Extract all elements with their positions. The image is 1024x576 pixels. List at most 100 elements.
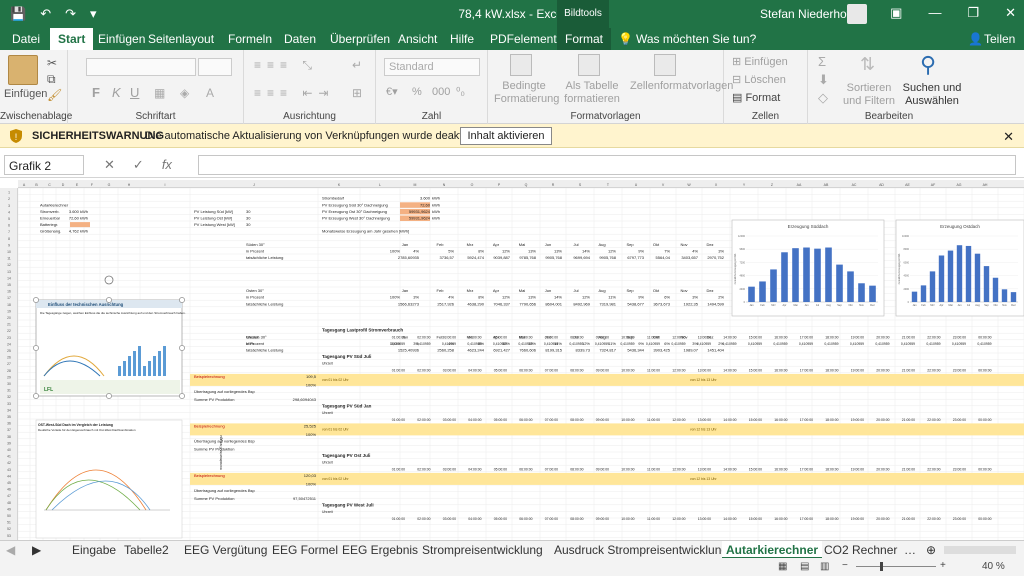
more-sheets-icon[interactable]: … — [904, 543, 916, 557]
sheet-tab-eeg-formel[interactable]: EEG Formel — [272, 543, 338, 557]
zoom-in-icon[interactable]: + — [940, 560, 946, 571]
page-break-icon[interactable]: ▥ — [820, 561, 829, 572]
decimals-icon[interactable]: ⁰₀ — [456, 86, 465, 99]
clear-icon[interactable]: ◇ — [818, 90, 828, 106]
conditional-format-button[interactable]: Bedingte Formatierung — [494, 80, 559, 106]
zoom-out-icon[interactable]: − — [842, 560, 848, 571]
format-painter-icon[interactable]: 🖌 — [47, 88, 62, 102]
add-sheet-icon[interactable]: ⊕ — [926, 543, 936, 557]
font-name-box[interactable] — [86, 58, 196, 76]
month-label: Jun — [545, 242, 551, 247]
number-format-select[interactable]: Standard — [384, 58, 480, 76]
merge-cells-icon[interactable]: ⊞ — [352, 86, 362, 100]
tab-hilfe[interactable]: Hilfe — [450, 32, 474, 46]
find-select-button[interactable]: Suchen und Auswählen — [902, 82, 962, 108]
cancel-icon[interactable]: ✕ — [104, 157, 115, 173]
scroll-right-icon[interactable]: ▶ — [32, 543, 41, 557]
cell-styles-button[interactable]: Zellenformatvorlagen — [630, 80, 733, 93]
month-value: 3403,657 — [681, 255, 698, 260]
paste-button[interactable]: Einfügen — [4, 88, 47, 101]
tab-datei[interactable]: Datei — [12, 32, 40, 46]
align-top-icons[interactable]: ≡≡≡ ⤡ — [254, 58, 318, 73]
conditional-format-icon[interactable] — [510, 54, 532, 76]
wrap-text-icon[interactable]: ↵ — [352, 58, 362, 72]
tab-daten[interactable]: Daten — [284, 32, 316, 46]
column-letter: A — [23, 183, 26, 187]
minimize-icon[interactable]: — — [928, 5, 941, 21]
scroll-left-icon[interactable]: ◀ — [6, 543, 15, 557]
tell-me-search[interactable]: Was möchten Sie tun? — [636, 32, 756, 46]
paste-icon[interactable] — [8, 55, 38, 85]
zoom-level[interactable]: 40 % — [982, 561, 1005, 572]
tab-einfuegen[interactable]: Einfügen — [98, 32, 145, 46]
maximize-icon[interactable]: ❐ — [967, 5, 979, 21]
copy-icon[interactable]: ⧉ — [47, 72, 56, 87]
close-warning-icon[interactable]: ✕ — [1003, 129, 1014, 145]
sheet-tab-strompreisentwicklung[interactable]: Strompreisentwicklung — [422, 543, 543, 557]
enable-content-button[interactable]: Inhalt aktivieren — [460, 127, 552, 145]
cell-styles-icon[interactable] — [654, 54, 676, 76]
tab-formeln[interactable]: Formeln — [228, 32, 272, 46]
fill-color-icon[interactable]: ◈ — [180, 86, 189, 100]
sort-filter-icon[interactable]: ⇅ — [860, 54, 875, 75]
worksheet-grid[interactable]: A B C D E F G H I J K L M N O P Q R S T U V W X Y Z AA AB AC AD AE AF AG… — [0, 180, 1024, 540]
sheet-tab-tabelle2[interactable]: Tabelle2 — [124, 543, 169, 557]
format-as-table-button[interactable]: Als Tabelle formatieren — [562, 80, 622, 106]
sheet-tab-autarkierechner[interactable]: Autarkierechner — [722, 541, 823, 559]
sort-filter-button[interactable]: Sortieren und Filtern — [842, 82, 896, 108]
normal-view-icon[interactable]: ▦ — [778, 561, 787, 572]
bar-category-label: Mrz — [930, 304, 935, 307]
italic-button[interactable]: K — [112, 86, 121, 99]
find-select-icon[interactable]: ⚲ — [920, 52, 936, 78]
tab-format[interactable]: Format — [557, 28, 612, 50]
zoom-slider-thumb[interactable] — [880, 562, 883, 571]
row-number: 39 — [7, 441, 11, 445]
sheet-tab-eeg-ergebnis[interactable]: EEG Ergebnis — [342, 543, 418, 557]
horizontal-scrollbar[interactable] — [944, 546, 1016, 554]
bar-Jul — [965, 245, 972, 302]
name-box[interactable]: Grafik 2 — [4, 155, 84, 175]
thousands-button[interactable]: 000 — [432, 86, 450, 99]
tab-pdfelement[interactable]: PDFelement — [490, 32, 557, 46]
month-pct: 4% — [692, 249, 698, 254]
bold-button[interactable]: F — [92, 86, 100, 99]
bar-Jun — [956, 245, 963, 302]
formula-input[interactable] — [198, 155, 1016, 175]
tab-ansicht[interactable]: Ansicht — [398, 32, 437, 46]
close-icon[interactable]: ✕ — [1005, 5, 1016, 21]
avatar[interactable] — [847, 4, 867, 24]
tab-seitenlayout[interactable]: Seitenlayout — [148, 32, 214, 46]
format-cells-button[interactable]: ▤ Format — [732, 92, 780, 105]
hour-label: 16:00:00 — [774, 335, 787, 339]
sheet-tab-co2-rechner[interactable]: CO2 Rechner — [824, 543, 897, 557]
format-as-table-icon[interactable] — [578, 54, 600, 76]
currency-icon[interactable]: €▾ — [386, 86, 398, 99]
sheet-tab-eeg-verguetung[interactable]: EEG Vergütung — [184, 543, 267, 557]
autosum-icon[interactable]: Σ — [818, 54, 826, 69]
underline-button[interactable]: U — [130, 86, 139, 99]
example-label: Beispielrechnung — [194, 374, 225, 379]
font-size-box[interactable] — [198, 58, 232, 76]
share-button[interactable]: Teilen — [984, 32, 1015, 46]
sheet-tab-ausdruck[interactable]: Ausdruck Strompreisentwicklung — [554, 543, 728, 557]
ribbon-options-icon[interactable]: ▣ — [890, 5, 902, 21]
font-color-icon[interactable]: A — [206, 86, 214, 100]
delete-cells-button[interactable]: ⊟ Löschen — [732, 74, 786, 87]
zoom-slider[interactable] — [856, 566, 936, 567]
tab-ueberpruefen[interactable]: Überprüfen — [330, 32, 390, 46]
fill-icon[interactable]: ⬇ — [818, 72, 829, 88]
percent-button[interactable]: % — [412, 86, 422, 99]
confirm-icon[interactable]: ✓ — [133, 157, 144, 173]
cut-icon[interactable]: ✂ — [47, 56, 57, 70]
align-left-icons[interactable]: ≡≡≡ ⇤⇥ — [254, 86, 334, 100]
fx-icon[interactable]: fx — [162, 157, 172, 173]
border-icon[interactable]: ▦ — [154, 86, 165, 100]
row-number: 27 — [7, 362, 11, 366]
sheet-tab-eingabe[interactable]: Eingabe — [72, 543, 116, 557]
column-letter: B — [35, 183, 38, 187]
hour-label: 18:00:00 — [825, 418, 838, 422]
tab-start[interactable]: Start — [50, 28, 94, 50]
insert-cells-button[interactable]: ⊞ Einfügen — [732, 56, 788, 69]
user-name[interactable]: Stefan Niederhofer — [760, 7, 861, 21]
page-layout-icon[interactable]: ▤ — [800, 561, 809, 572]
